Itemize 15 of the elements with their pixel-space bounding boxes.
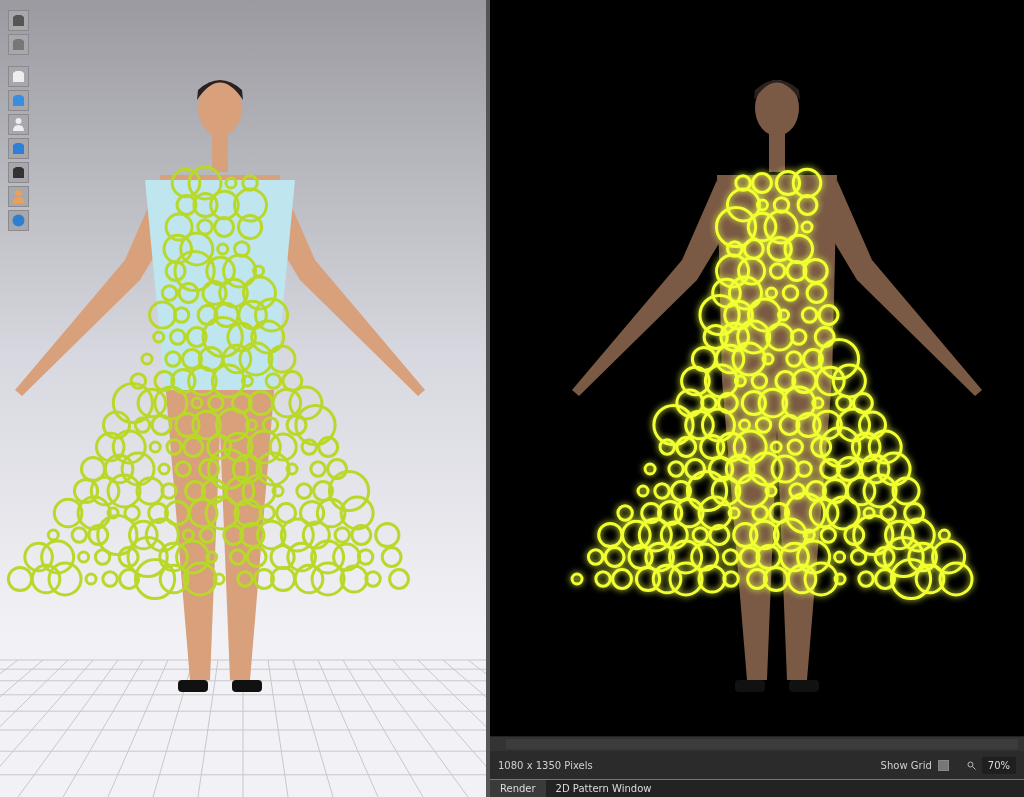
toolbar-button[interactable] [8, 114, 29, 135]
toolbar-button[interactable] [8, 66, 29, 87]
tab[interactable]: Render [490, 780, 546, 797]
toolbar-button[interactable] [8, 10, 29, 31]
toolbar-button[interactable] [8, 162, 29, 183]
figure-icon [11, 117, 26, 132]
horizontal-scrollbar[interactable] [490, 736, 1024, 752]
person-icon [11, 189, 26, 204]
tab[interactable]: 2D Pattern Window [545, 780, 662, 797]
show-grid-checkbox[interactable] [937, 759, 949, 771]
zoom-field[interactable]: 70% [981, 756, 1016, 774]
image-size-label: 1080 x 1350 Pixels [498, 759, 593, 771]
search-icon [966, 760, 976, 770]
show-grid-label: Show Grid [880, 759, 932, 771]
3d-viewport[interactable] [0, 0, 486, 797]
